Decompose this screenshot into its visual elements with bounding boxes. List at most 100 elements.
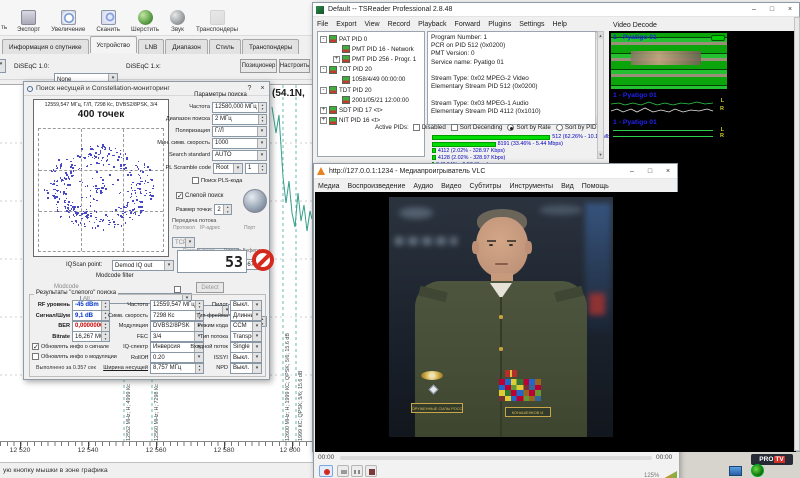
result-field[interactable]: Выкл. [230,300,262,311]
tree-expander-icon[interactable]: - [320,36,327,43]
minimize-button[interactable]: – [623,165,641,177]
update-modulation-row[interactable]: Обновлять инфо о модуляции [32,353,117,360]
detect-button[interactable]: Detect [196,282,224,293]
point-size-stepper[interactable]: 2 [214,204,232,215]
toolbar-button[interactable]: Сканить [92,1,124,34]
menu-item[interactable]: Субтитры [470,183,502,190]
menu-item[interactable]: Видео [441,183,461,190]
pls-search-checkbox[interactable] [192,177,199,184]
tab[interactable]: LNB [138,39,164,54]
ab-loop-button[interactable] [351,465,363,477]
tree-item[interactable]: + PMT PID 256 - Progr. 1 [333,54,422,64]
tree-expander-icon[interactable]: - [320,66,327,73]
window-scrollbar[interactable] [794,17,800,451]
result-field[interactable]: CCM [230,321,262,332]
result-field[interactable]: Transport [230,331,262,342]
scroll-up-icon[interactable]: ▲ [598,32,603,39]
close-button[interactable]: × [659,165,677,177]
record-button[interactable] [319,465,333,477]
tree-item[interactable]: + SDT PID 17 <t> [320,105,422,115]
menu-item[interactable]: Инструменты [509,183,553,190]
toolbar-button[interactable]: Транспондеры [192,1,242,34]
menu-item[interactable]: View [365,21,380,28]
tree-expander-icon[interactable]: - [320,87,327,94]
protocol-select[interactable]: TCP [172,237,195,248]
pls-search-checkbox-row[interactable]: Поиск PLS-кода [192,177,242,184]
tree-expander-icon[interactable]: + [333,56,340,63]
result-field[interactable]: 0,0000000 [72,321,110,332]
menu-item[interactable]: Помощь [582,183,609,190]
disabled-checkbox[interactable] [413,124,420,131]
param-field[interactable]: 1000 [212,138,267,149]
update-signal-row[interactable]: Обновлять инфо о сигнале [32,343,109,350]
sort-descending-checkbox[interactable] [451,124,458,131]
result-field[interactable]: -45 dBm [72,300,110,311]
stop-icon[interactable] [252,249,274,271]
clipped-toolbar-button[interactable]: ть [1,24,7,31]
maximize-button[interactable]: □ [641,165,659,177]
tray-icon-green[interactable] [751,464,764,477]
menu-item[interactable]: Вид [561,183,574,190]
menu-item[interactable]: Воспроизведение [348,183,406,190]
update-signal-checkbox[interactable] [32,343,39,350]
result-field[interactable]: 9,1 dB [72,310,110,321]
tab[interactable]: Информация о спутнике [2,39,89,54]
toolbar-button[interactable]: Экспорт [13,1,44,34]
param-field[interactable]: 12580,000 МГц [212,102,267,113]
tab[interactable]: Транспондеры [242,39,299,54]
blind-search-checkbox[interactable] [176,192,183,199]
sort-by-rate-radio[interactable] [507,124,514,131]
close-button[interactable]: × [781,4,799,16]
menu-item[interactable]: Export [336,21,356,28]
menu-item[interactable]: Plugins [488,21,511,28]
menu-item[interactable]: Record [388,21,411,28]
tree-item[interactable]: - TOT PID 20 [320,65,422,75]
param-field[interactable]: AUTO [212,150,267,161]
iqscan-select[interactable]: Demod IQ out [112,260,174,271]
result-field[interactable]: Выкл. [230,363,262,374]
maximize-button[interactable]: □ [763,4,781,16]
toolbar-button[interactable]: Шерстить [127,1,163,34]
tab[interactable]: Стиль [209,39,241,54]
tab[interactable]: Диапазон [165,39,207,54]
result-field[interactable]: Выкл. [230,352,262,363]
menu-item[interactable]: File [317,21,328,28]
tree-item[interactable]: 2001/05/21 12:00:00 [333,95,422,105]
audio-decode-panel-1[interactable]: 1 - Pyatigo 01 L R [611,91,727,115]
vlc-video-area[interactable]: ВООРУЖЕННЫЕ СИЛЫ РОССИИ КОНАШЕНКОВ И. [315,192,678,452]
pl-value-stepper[interactable]: 1 [245,163,267,174]
main-scrollbar[interactable]: ▲ ▼ [597,31,604,159]
vlc-titlebar[interactable]: http://127.0.0.1:1234 - Медиапроигрывате… [314,164,677,179]
param-field[interactable]: 2 МГц [212,114,267,125]
tray-icon-blue[interactable] [729,466,742,476]
pl-mode-select[interactable]: Root [213,163,243,174]
sort-by-pid-radio[interactable] [556,124,563,131]
volume-wedge-icon[interactable] [661,471,677,478]
tsreader-titlebar[interactable]: Default -- TSReader Professional 2.8.48 … [313,3,799,17]
result-field[interactable]: 16,267 Мбит [72,331,110,342]
seek-slider[interactable] [340,456,652,460]
clipped-dropdown[interactable] [0,59,6,73]
tree-expander-icon[interactable]: + [320,117,327,124]
toolbar-button[interactable]: Звук [166,1,189,34]
param-field[interactable]: Г/Л [212,126,267,137]
tab[interactable]: Устройство [90,36,137,53]
menu-item[interactable]: Settings [519,21,544,28]
tree-item[interactable]: - TDT PID 20 [320,85,422,95]
menu-item[interactable]: Playback [418,21,446,28]
menu-item[interactable]: Help [553,21,567,28]
result-field[interactable]: Single [230,342,262,353]
tree-item[interactable]: PMT PID 16 - Network [333,44,422,54]
menu-item[interactable]: Аудио [413,183,433,190]
decoded-video-thumbnail[interactable]: 1 - Pyatigo 01 [611,33,727,89]
update-modulation-checkbox[interactable] [32,353,39,360]
audio-decode-panel-2[interactable]: 1 - Pyatigo 01 L R [611,118,727,140]
menu-item[interactable]: Медиа [318,183,340,190]
tree-expander-icon[interactable]: + [320,107,327,114]
result-field[interactable]: Длинный [230,310,262,321]
tree-item[interactable]: - PAT PID 0 [320,34,422,44]
blind-search-checkbox-row[interactable]: Слепой поиск [176,192,223,199]
frame-by-frame-button[interactable] [365,465,377,477]
globe-icon[interactable] [243,189,267,213]
scroll-down-icon[interactable]: ▼ [598,151,603,158]
